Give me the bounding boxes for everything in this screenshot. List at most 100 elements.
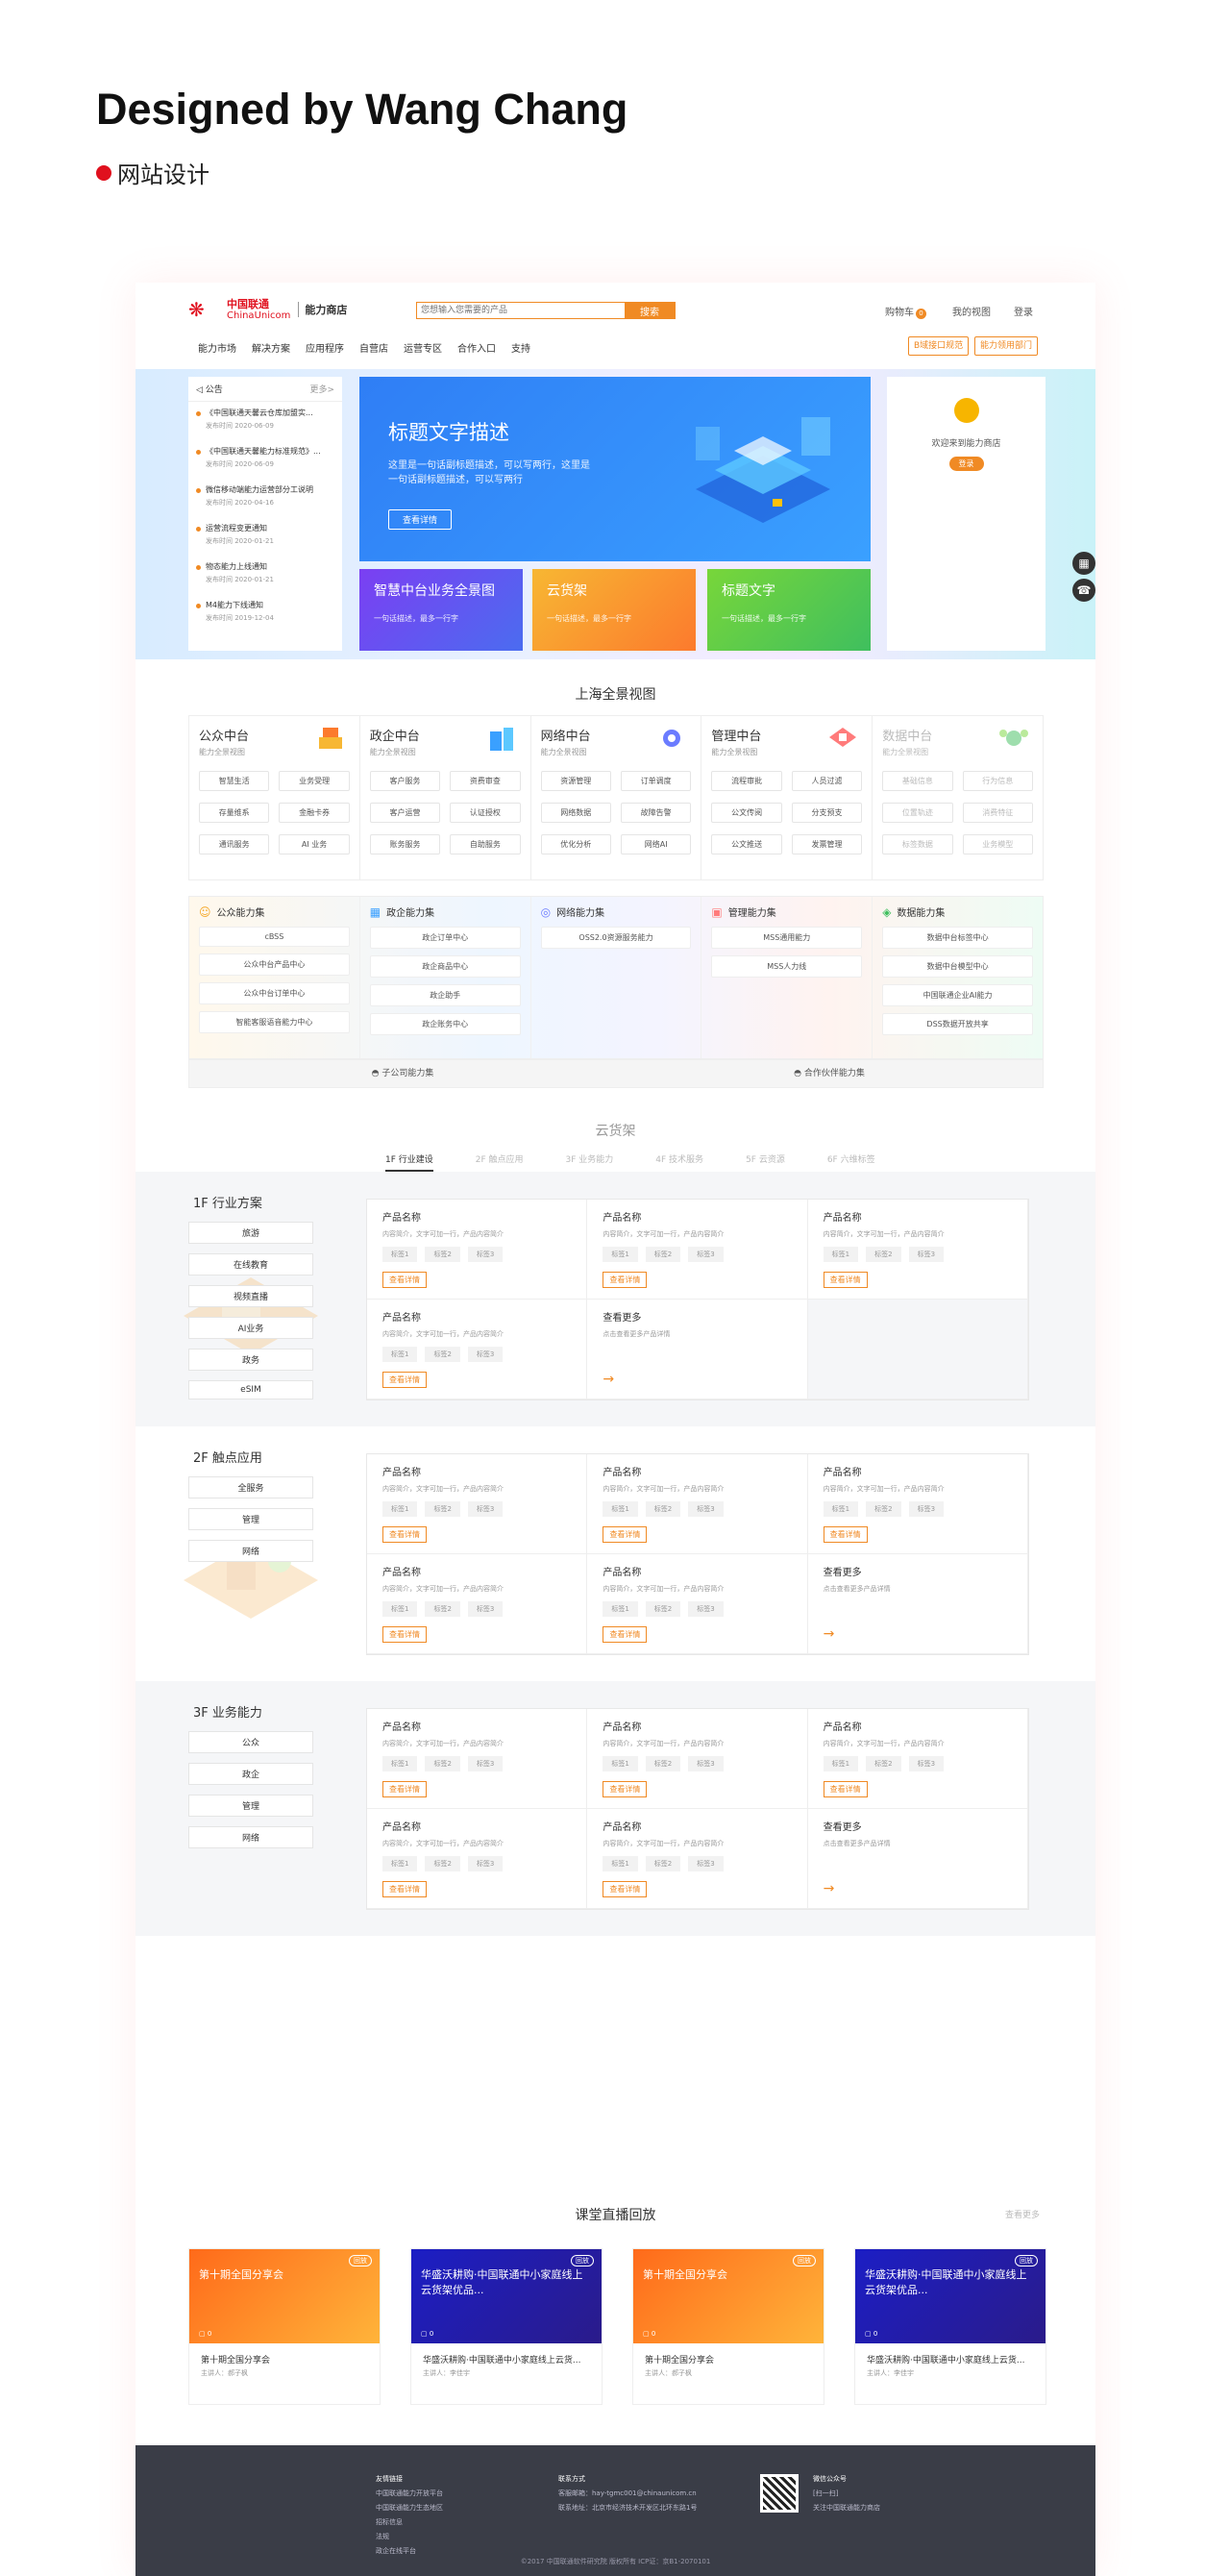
notice-item[interactable]: 《中国联通天馨云仓库加盟实... 发布时间 2020-06-09 [188,402,342,431]
nav-item[interactable]: 支持 [511,340,530,355]
dept-button[interactable]: 能力领用部门 [974,336,1039,356]
product-card[interactable]: 产品名称 内容简介，文字可加一行，产品内容简介 标签1 标签2 标签3 查看详情 [367,1300,588,1399]
live-card[interactable]: 华盛沃耕购·中国联通中小家庭线上云货架优品... 回放 ▢ 0 华盛沃耕购·中国联通中… [410,2248,603,2405]
search-button[interactable]: 搜索 [625,303,675,318]
tag[interactable]: 客户运营 [369,803,441,823]
banner-detail-button[interactable]: 查看详情 [388,509,453,530]
detail-button[interactable]: 查看详情 [382,1626,427,1643]
capability-pill[interactable]: DSS数据开放共享 [882,1013,1033,1035]
capability-pill[interactable]: MSS通用能力 [711,927,863,949]
floor-filter-button[interactable]: 政企 [188,1763,313,1785]
floor-filter-button[interactable]: 公众 [188,1731,313,1753]
capability-pill[interactable]: 智能客服语音能力中心 [199,1011,350,1033]
product-card[interactable]: 产品名称 内容简介，文字可加一行，产品内容简介 标签1 标签2 标签3 查看详情 [807,1200,1028,1300]
tab-5f[interactable]: 5F 云资源 [746,1152,785,1172]
detail-button[interactable]: 查看详情 [382,1526,427,1543]
capability-pill[interactable]: cBSS [199,927,350,947]
feature-card[interactable]: 标题文字 一句话描述，最多一行字 [707,569,871,651]
capability-pill[interactable]: 中国联通企业AI能力 [882,984,1033,1006]
detail-button[interactable]: 查看详情 [603,1881,648,1897]
tag[interactable]: 流程审批 [711,771,782,791]
notice-item[interactable]: M4能力下线通知 发布时间 2019-12-04 [188,594,342,623]
tab-4f[interactable]: 4F 技术服务 [655,1152,703,1172]
search-input[interactable] [417,303,625,318]
nav-item[interactable]: 应用程序 [306,340,344,355]
tag[interactable]: 通讯服务 [199,834,270,855]
notice-item[interactable]: 微信移动端能力运营部分工说明 发布时间 2020-04-16 [188,479,342,508]
notice-item[interactable]: 运营流程变更通知 发布时间 2020-01-21 [188,517,342,546]
feature-card[interactable]: 智慧中台业务全景图 一句话描述，最多一行字 [359,569,523,651]
live-more-link[interactable]: 查看更多 [1005,2208,1040,2220]
detail-button[interactable]: 查看详情 [382,1881,427,1897]
tab-6f[interactable]: 6F 六维标签 [827,1152,875,1172]
notice-item[interactable]: 《中国联通天馨能力标准规范》... 发布时间 2020-06-09 [188,440,342,469]
capability-pill[interactable]: 数据中台模型中心 [882,955,1033,978]
capability-pill[interactable]: 公众中台产品中心 [199,954,350,976]
tag[interactable]: 存量维系 [199,803,270,823]
detail-button[interactable]: 查看详情 [603,1626,648,1643]
tag[interactable]: 基础信息 [882,771,953,791]
footer-link[interactable]: 招标信息 [376,2515,443,2530]
tag[interactable]: 优化分析 [540,834,611,855]
capability-pill[interactable]: 公众中台订单中心 [199,982,350,1004]
tag[interactable]: 资源管理 [540,771,611,791]
tab-2f[interactable]: 2F 触点应用 [476,1152,524,1172]
capability-pill[interactable]: 政企账务中心 [369,1013,521,1035]
floor-filter-button[interactable]: 管理 [188,1508,313,1530]
footer-link[interactable]: 中国联通能力生态地区 [376,2501,443,2515]
live-card[interactable]: 华盛沃耕购·中国联通中小家庭线上云货架优品... 回放 ▢ 0 华盛沃耕购·中国联通中… [854,2248,1046,2405]
detail-button[interactable]: 查看详情 [382,1781,427,1797]
nav-item[interactable]: 能力市场 [198,340,236,355]
tag[interactable]: 订单调度 [620,771,692,791]
live-card[interactable]: 第十期全国分享会 回放 ▢ 0 第十期全国分享会 主讲人：郝子枫 [188,2248,381,2405]
capability-pill[interactable]: OSS2.0资源服务能力 [540,927,692,949]
qr-code-icon[interactable]: ▦ [1072,552,1095,575]
partner-capabilities[interactable]: ◓ 合作伙伴能力集 [616,1060,1043,1087]
floor-filter-button[interactable]: 政务 [188,1349,313,1371]
live-card[interactable]: 第十期全国分享会 回放 ▢ 0 第十期全国分享会 主讲人：郝子枫 [632,2248,824,2405]
tag[interactable]: 消费特征 [962,803,1033,823]
detail-button[interactable]: 查看详情 [603,1526,648,1543]
capability-pill[interactable]: 政企订单中心 [369,927,521,949]
product-card[interactable]: 产品名称 内容简介，文字可加一行，产品内容简介 标签1 标签2 标签3 查看详情 [587,1809,808,1909]
interface-spec-button[interactable]: B域接口规范 [908,336,970,356]
tag[interactable]: 位置轨迹 [882,803,953,823]
panel-login-button[interactable]: 登录 [948,457,984,471]
tag[interactable]: 账务服务 [369,834,441,855]
tab-1f[interactable]: 1F 行业建设 [385,1152,433,1172]
product-card[interactable]: 产品名称 内容简介，文字可加一行，产品内容简介 标签1 标签2 标签3 查看详情 [367,1809,588,1909]
floor-filter-button[interactable]: 全服务 [188,1476,313,1499]
tag[interactable]: 行为信息 [962,771,1033,791]
tag[interactable]: 发票管理 [791,834,863,855]
capability-pill[interactable]: 数据中台标签中心 [882,927,1033,949]
floor-filter-button[interactable]: 网络 [188,1540,313,1562]
tag[interactable]: 标签数据 [882,834,953,855]
main-banner[interactable]: 标题文字描述 这里是一句话副标题描述，可以写两行，这里是一句话副标题描述，可以写… [359,377,871,561]
product-card[interactable]: 产品名称 内容简介，文字可加一行，产品内容简介 标签1 标签2 标签3 查看详情 [587,1200,808,1300]
detail-button[interactable]: 查看详情 [823,1526,868,1543]
feature-card[interactable]: 云货架 一句话描述，最多一行字 [532,569,696,651]
notice-more-link[interactable]: 更多> [309,383,334,395]
floor-filter-button[interactable]: 在线教育 [188,1253,313,1276]
tag[interactable]: 分支预支 [791,803,863,823]
subsidiary-capabilities[interactable]: ◓ 子公司能力集 [189,1060,616,1087]
capability-pill[interactable]: 政企商品中心 [369,955,521,978]
product-card[interactable]: 产品名称 内容简介，文字可加一行，产品内容简介 标签1 标签2 标签3 查看详情 [587,1554,808,1654]
footer-link[interactable]: 法规 [376,2530,443,2544]
detail-button[interactable]: 查看详情 [382,1272,427,1288]
cart-link[interactable]: 购物车 0 [885,304,926,319]
tag[interactable]: AI 业务 [279,834,350,855]
tag[interactable]: 公文传阅 [711,803,782,823]
tag[interactable]: 智慧生活 [199,771,270,791]
product-card[interactable]: 产品名称 内容简介，文字可加一行，产品内容简介 标签1 标签2 标签3 查看详情 [367,1709,588,1809]
tag[interactable]: 网络数据 [540,803,611,823]
phone-icon[interactable]: ☎ [1072,579,1095,602]
footer-link[interactable]: 中国联通能力开放平台 [376,2487,443,2501]
tab-3f[interactable]: 3F 业务能力 [566,1152,614,1172]
detail-button[interactable]: 查看详情 [603,1272,648,1288]
tag[interactable]: 客户服务 [369,771,441,791]
tag[interactable]: 公文推送 [711,834,782,855]
product-card[interactable]: 产品名称 内容简介，文字可加一行，产品内容简介 标签1 标签2 标签3 查看详情 [367,1454,588,1554]
nav-item[interactable]: 合作入口 [457,340,496,355]
login-link[interactable]: 登录 [1014,304,1033,318]
